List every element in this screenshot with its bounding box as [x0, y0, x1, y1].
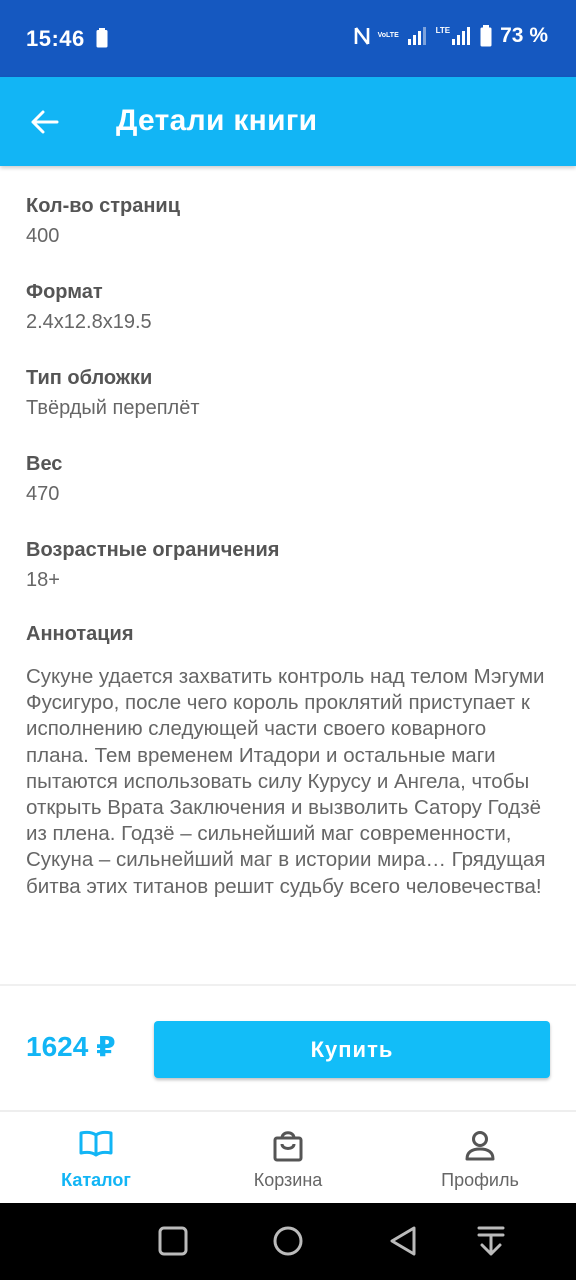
- battery-icon: [480, 25, 492, 47]
- signal-1-icon: [407, 27, 426, 45]
- field-cover-type: Тип обложки Твёрдый переплёт: [26, 364, 552, 424]
- field-value: 18+: [26, 569, 60, 591]
- recents-icon[interactable]: [156, 1223, 190, 1259]
- arrow-left-icon: [31, 110, 59, 134]
- field-value: 2.4x12.8x19.5: [26, 311, 152, 333]
- status-icons: VoLTE LTE 73 %: [354, 24, 548, 48]
- field-label: Возрастные ограничения: [26, 539, 280, 561]
- nav-label: Корзина: [253, 1170, 323, 1190]
- field-value: 470: [26, 483, 60, 505]
- system-nav-bar: [0, 1203, 576, 1280]
- notification-pull-icon[interactable]: [474, 1223, 508, 1259]
- field-label: Формат: [26, 281, 103, 303]
- field-weight: Вес 470: [26, 450, 552, 510]
- book-details: Кол-во страниц 400 Формат 2.4x12.8x19.5 …: [26, 192, 552, 900]
- nav-item-cart[interactable]: Корзина: [192, 1112, 384, 1203]
- signal-2-icon: [452, 27, 471, 45]
- shopping-bag-icon: [273, 1131, 303, 1162]
- field-label: Кол-во страниц: [26, 195, 181, 217]
- book-icon: [79, 1130, 113, 1157]
- app-bar: Детали книги: [0, 77, 576, 166]
- annotation-text: Сукуне удается захватить контроль над те…: [26, 665, 546, 898]
- back-nav-icon[interactable]: [386, 1223, 420, 1259]
- buy-button[interactable]: Купить: [154, 1021, 550, 1078]
- field-label: Тип обложки: [26, 367, 153, 389]
- volte-label: VoLTE: [377, 32, 399, 39]
- back-button[interactable]: [24, 103, 64, 143]
- bottom-nav: Каталог Корзина Профиль: [0, 1112, 576, 1203]
- field-pages: Кол-во страниц 400: [26, 192, 552, 252]
- nfc-icon: [354, 27, 369, 45]
- page-title: Детали книги: [116, 104, 318, 137]
- nav-item-catalog[interactable]: Каталог: [0, 1112, 192, 1203]
- field-value: Твёрдый переплёт: [26, 397, 200, 419]
- person-icon: [465, 1131, 495, 1161]
- price: 1624 ₽: [26, 1031, 116, 1062]
- lte-label: LTE: [435, 26, 451, 35]
- battery-small-icon: [96, 28, 108, 48]
- divider: [0, 984, 576, 986]
- home-icon[interactable]: [270, 1223, 306, 1259]
- field-value: 400: [26, 225, 60, 247]
- annotation-title: Аннотация: [26, 623, 134, 645]
- nav-item-profile[interactable]: Профиль: [384, 1112, 576, 1203]
- battery-percent: 73 %: [500, 24, 548, 47]
- status-time: 15:46: [26, 26, 85, 51]
- field-label: Вес: [26, 453, 63, 475]
- field-age-rating: Возрастные ограничения 18+: [26, 536, 552, 596]
- status-bar: 15:46 VoLTE LTE 73 %: [0, 0, 576, 77]
- nav-label: Каталог: [61, 1170, 131, 1190]
- field-format: Формат 2.4x12.8x19.5: [26, 278, 552, 338]
- nav-label: Профиль: [441, 1170, 519, 1190]
